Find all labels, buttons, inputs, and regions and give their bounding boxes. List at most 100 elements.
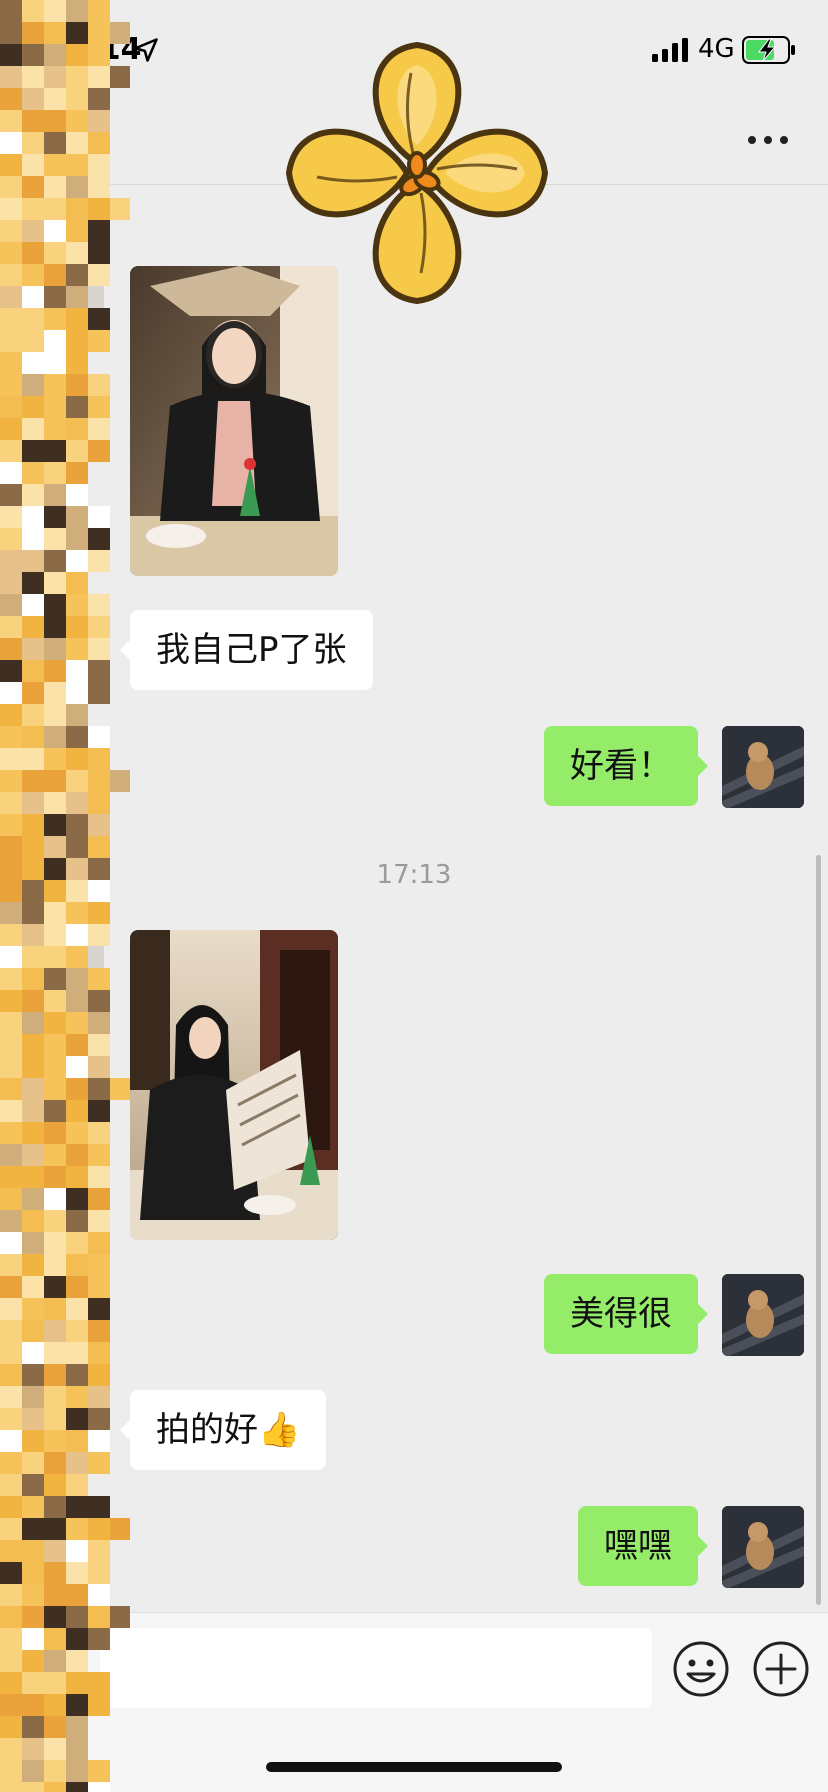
mosaic-tile — [22, 1408, 44, 1430]
avatar-image — [722, 1274, 804, 1356]
message-input[interactable] — [100, 1628, 652, 1708]
mosaic-tile — [44, 1386, 66, 1408]
mosaic-tile — [0, 1232, 22, 1254]
mosaic-tile — [88, 132, 110, 154]
mosaic-tile — [22, 924, 44, 946]
message-bubble-incoming[interactable]: 拍的好👍 — [119, 1390, 327, 1470]
mosaic-tile — [0, 1584, 22, 1606]
mosaic-tile — [88, 814, 110, 836]
mosaic-tile — [22, 1474, 44, 1496]
mosaic-tile — [44, 616, 66, 638]
mosaic-tile — [22, 880, 44, 902]
more-icon[interactable] — [742, 120, 794, 160]
scrollbar[interactable] — [816, 855, 821, 1605]
mosaic-tile — [44, 1188, 66, 1210]
mosaic-tile — [22, 176, 44, 198]
message-bubble-outgoing[interactable]: 好看！ — [544, 726, 708, 806]
mosaic-tile — [44, 418, 66, 440]
mosaic-tile — [88, 506, 110, 528]
mosaic-tile — [0, 1056, 22, 1078]
mosaic-tile — [66, 1276, 88, 1298]
my-avatar[interactable] — [722, 726, 804, 808]
mosaic-tile — [0, 1188, 22, 1210]
mosaic-tile — [44, 660, 66, 682]
mosaic-tile — [66, 418, 88, 440]
mosaic-tile — [66, 968, 88, 990]
mosaic-tile — [110, 1606, 130, 1628]
mosaic-tile — [22, 132, 44, 154]
message-bubble-outgoing[interactable]: 嘿嘿 — [578, 1506, 708, 1586]
chat-photo[interactable] — [130, 930, 338, 1240]
mosaic-tile — [44, 176, 66, 198]
mosaic-tile — [22, 1122, 44, 1144]
mosaic-tile — [22, 572, 44, 594]
message-bubble-outgoing[interactable]: 美得很 — [544, 1274, 708, 1354]
mosaic-tile — [0, 1738, 22, 1760]
mosaic-tile — [44, 198, 66, 220]
mosaic-tile — [0, 330, 22, 352]
mosaic-tile — [88, 792, 110, 814]
mosaic-tile — [44, 1562, 66, 1584]
mosaic-tile — [22, 1386, 44, 1408]
mosaic-tile — [0, 418, 22, 440]
signal-icon — [652, 38, 688, 62]
mosaic-tile — [44, 1320, 66, 1342]
mosaic-tile — [44, 572, 66, 594]
mosaic-tile — [66, 66, 88, 88]
home-indicator[interactable] — [266, 1762, 562, 1772]
mosaic-tile — [88, 1342, 110, 1364]
mosaic-tile — [88, 550, 110, 572]
mosaic-tile — [0, 792, 22, 814]
mosaic-tile — [88, 682, 110, 704]
mosaic-tile — [66, 440, 88, 462]
mosaic-tile — [22, 220, 44, 242]
mosaic-tile — [22, 1540, 44, 1562]
mosaic-tile — [22, 396, 44, 418]
mosaic-tile — [44, 1342, 66, 1364]
mosaic-tile — [88, 22, 110, 44]
mosaic-tile — [44, 330, 66, 352]
mosaic-tile — [22, 1210, 44, 1232]
mosaic-tile — [66, 1210, 88, 1232]
mosaic-tile — [44, 1584, 66, 1606]
mosaic-tile — [22, 1364, 44, 1386]
mosaic-tile — [0, 1144, 22, 1166]
mosaic-tile — [88, 88, 110, 110]
mosaic-tile — [22, 946, 44, 968]
mosaic-tile — [0, 1166, 22, 1188]
mosaic-tile — [88, 1452, 110, 1474]
mosaic-tile — [0, 1672, 22, 1694]
mosaic-tile — [22, 1760, 44, 1782]
plus-icon[interactable] — [752, 1640, 810, 1698]
emoji-icon[interactable] — [672, 1640, 730, 1698]
mosaic-tile — [88, 1320, 110, 1342]
mosaic-tile — [44, 1628, 66, 1650]
mosaic-tile — [66, 242, 88, 264]
mosaic-tile — [66, 902, 88, 924]
mosaic-tile — [0, 1452, 22, 1474]
mosaic-tile — [44, 748, 66, 770]
mosaic-tile — [88, 1760, 110, 1782]
mosaic-tile — [88, 1518, 110, 1540]
mosaic-tile — [88, 330, 110, 352]
mosaic-tile — [44, 1078, 66, 1100]
my-avatar[interactable] — [722, 1274, 804, 1356]
mosaic-tile — [66, 792, 88, 814]
mosaic-tile — [22, 770, 44, 792]
mosaic-tile — [88, 594, 110, 616]
mosaic-tile — [66, 1408, 88, 1430]
mosaic-tile — [44, 1606, 66, 1628]
mosaic-tile — [44, 704, 66, 726]
mosaic-tile — [88, 1144, 110, 1166]
my-avatar[interactable] — [722, 1506, 804, 1588]
mosaic-tile — [44, 1650, 66, 1672]
mosaic-tile — [0, 110, 22, 132]
mosaic-tile — [0, 550, 22, 572]
mosaic-tile — [66, 1034, 88, 1056]
mosaic-tile — [88, 308, 110, 330]
mosaic-tile — [0, 506, 22, 528]
mosaic-tile — [88, 1188, 110, 1210]
message-bubble-incoming[interactable]: 我自己P了张 — [120, 610, 373, 690]
chat-screen: 17:14 4G — [0, 0, 828, 1792]
mosaic-tile — [22, 1628, 44, 1650]
